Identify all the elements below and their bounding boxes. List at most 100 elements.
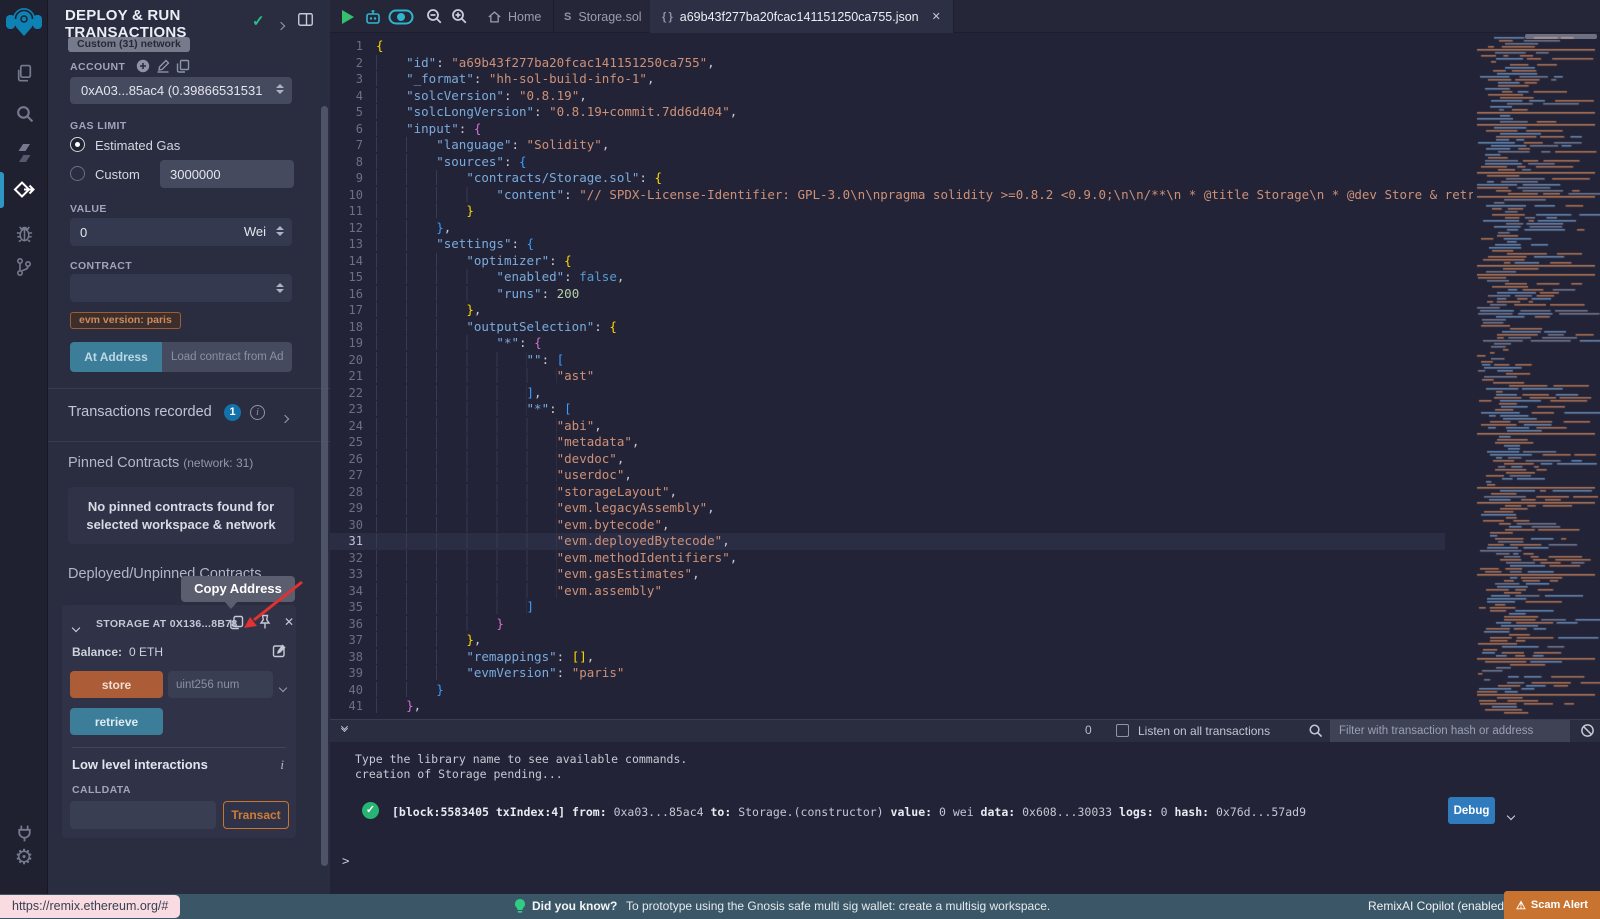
account-select[interactable]: 0xA03...85ac4 (0.39866531531 [70, 77, 292, 104]
code-line[interactable]: 41 }, [330, 698, 1445, 715]
code-line[interactable]: 25 "metadata", [330, 434, 1445, 451]
remove-contract-icon[interactable]: ✕ [284, 615, 294, 629]
select-arrows-icon[interactable] [276, 226, 284, 236]
sign-message-icon[interactable] [156, 59, 170, 73]
code-line[interactable]: 6 "input": { [330, 121, 1445, 138]
git-icon[interactable] [0, 252, 48, 282]
run-script-icon[interactable] [342, 0, 354, 33]
code-line[interactable]: 16 "runs": 200 [330, 286, 1445, 303]
transaction-log-row[interactable]: ✓ [block:5583405 txIndex:4] from: 0xa03.… [330, 796, 1600, 830]
terminal-prompt[interactable]: > [342, 853, 350, 868]
store-button[interactable]: store [70, 671, 163, 698]
value-input[interactable] [70, 218, 220, 246]
copilot-status[interactable]: RemixAI Copilot (enabled) [1368, 899, 1508, 913]
contract-select[interactable] [70, 274, 292, 302]
code-line[interactable]: 11 } [330, 203, 1445, 220]
custom-gas-input[interactable] [160, 160, 294, 188]
scam-alert-button[interactable]: ⚠ Scam Alert [1504, 891, 1600, 919]
code-line[interactable]: 39 "evmVersion": "paris" [330, 665, 1445, 682]
debug-button[interactable]: Debug [1448, 797, 1495, 824]
expand-transactions-icon[interactable] [282, 409, 288, 427]
code-line[interactable]: 38 "remappings": [], [330, 649, 1445, 666]
code-line[interactable]: 15 "enabled": false, [330, 269, 1445, 286]
code-line[interactable]: 35 ] [330, 599, 1445, 616]
code-line[interactable]: 27 "userdoc", [330, 467, 1445, 484]
code-line[interactable]: 19 "*": { [330, 335, 1445, 352]
solidity-compiler-icon[interactable] [0, 138, 48, 168]
expand-store-icon[interactable] [280, 678, 286, 696]
code-line[interactable]: 36 } [330, 616, 1445, 633]
remix-logo-icon[interactable] [0, 4, 48, 40]
at-address-input[interactable] [162, 342, 292, 372]
code-line[interactable]: 32 "evm.methodIdentifiers", [330, 550, 1445, 567]
retrieve-button[interactable]: retrieve [70, 708, 163, 735]
code-line[interactable]: 33 "evm.gasEstimates", [330, 566, 1445, 583]
collapse-contract-icon[interactable] [73, 618, 79, 636]
tab-storage-sol[interactable]: S Storage.sol [552, 0, 655, 33]
code-line[interactable]: 8 "sources": { [330, 154, 1445, 171]
tab-home[interactable]: Home [476, 0, 554, 33]
code-line[interactable]: 26 "devdoc", [330, 451, 1445, 468]
code-line[interactable]: 12 }, [330, 220, 1445, 237]
code-line[interactable]: 34 "evm.assembly" [330, 583, 1445, 600]
code-line[interactable]: 9 "contracts/Storage.sol": { [330, 170, 1445, 187]
code-line[interactable]: 40 } [330, 682, 1445, 699]
search-icon[interactable] [0, 98, 48, 128]
code-line[interactable]: 24 "abi", [330, 418, 1445, 435]
transaction-filter-input[interactable] [1330, 720, 1570, 742]
terminal-search-icon[interactable] [1308, 723, 1323, 738]
at-address-button[interactable]: At Address [70, 342, 162, 372]
code-line[interactable]: 1{ [330, 38, 1445, 55]
custom-gas-radio[interactable] [70, 166, 85, 181]
code-editor[interactable]: 1{2 "id": "a69b43f277ba20fcac141151250ca… [330, 33, 1600, 719]
edit-balance-icon[interactable] [272, 643, 287, 658]
code-line[interactable]: 5 "solcLongVersion": "0.8.19+commit.7dd6… [330, 104, 1445, 121]
tab-build-info-json[interactable]: { } a69b43f277ba20fcac141151250ca755.jso… [650, 0, 954, 33]
code-line[interactable]: 31 "evm.deployedBytecode", [330, 533, 1445, 550]
code-line[interactable]: 29 "evm.legacyAssembly", [330, 500, 1445, 517]
debugger-icon[interactable] [0, 218, 48, 248]
transact-button[interactable]: Transact [223, 801, 289, 829]
code-line[interactable]: 37 }, [330, 632, 1445, 649]
code-line[interactable]: 28 "storageLayout", [330, 484, 1445, 501]
value-unit-select[interactable]: Wei [244, 224, 266, 239]
code-line[interactable]: 10 "content": "// SPDX-License-Identifie… [330, 187, 1445, 204]
minimap[interactable] [1473, 33, 1600, 719]
close-tab-icon[interactable]: ✕ [932, 10, 941, 23]
code-line[interactable]: 21 "ast" [330, 368, 1445, 385]
code-line[interactable]: 18 "outputSelection": { [330, 319, 1445, 336]
clear-console-icon[interactable] [1580, 723, 1595, 738]
split-view-icon[interactable] [298, 13, 313, 26]
code-line[interactable]: 14 "optimizer": { [330, 253, 1445, 270]
listen-checkbox[interactable] [1116, 724, 1129, 737]
collapse-terminal-icon[interactable] [342, 724, 347, 731]
zoom-out-icon[interactable] [426, 0, 443, 33]
code-line[interactable]: 13 "settings": { [330, 236, 1445, 253]
code-line[interactable]: 20 "": [ [330, 352, 1445, 369]
expand-tx-icon[interactable] [1508, 806, 1514, 824]
calldata-input[interactable] [70, 801, 216, 829]
contract-instance-title[interactable]: STORAGE AT 0X136...8B78 [96, 618, 238, 630]
zoom-in-icon[interactable] [451, 0, 468, 33]
deploy-run-icon[interactable] [0, 174, 48, 204]
code-line[interactable]: 23 "*": [ [330, 401, 1445, 418]
code-line[interactable]: 2 "id": "a69b43f277ba20fcac141151250ca75… [330, 55, 1445, 72]
estimated-gas-radio[interactable] [70, 137, 85, 152]
code-line[interactable]: 4 "solcVersion": "0.8.19", [330, 88, 1445, 105]
file-explorer-icon[interactable] [0, 58, 48, 88]
add-account-icon[interactable] [136, 59, 150, 73]
panel-scrollbar[interactable] [321, 106, 328, 866]
copy-account-icon[interactable] [176, 59, 190, 73]
pin-contract-icon[interactable] [258, 614, 272, 630]
info-icon[interactable]: i [280, 757, 284, 773]
store-arg-input[interactable] [168, 671, 273, 698]
code-line[interactable]: 3 "_format": "hh-sol-build-info-1", [330, 71, 1445, 88]
code-content[interactable]: 1{2 "id": "a69b43f277ba20fcac141151250ca… [330, 38, 1473, 715]
code-line[interactable]: 7 "language": "Solidity", [330, 137, 1445, 154]
code-line[interactable]: 22 ], [330, 385, 1445, 402]
minimap-slider[interactable] [1525, 34, 1597, 39]
copy-address-icon[interactable] [229, 615, 244, 630]
expand-panel-icon[interactable] [278, 16, 284, 34]
remix-ai-icon[interactable] [363, 0, 383, 33]
ai-copilot-toggle-icon[interactable] [388, 0, 414, 33]
